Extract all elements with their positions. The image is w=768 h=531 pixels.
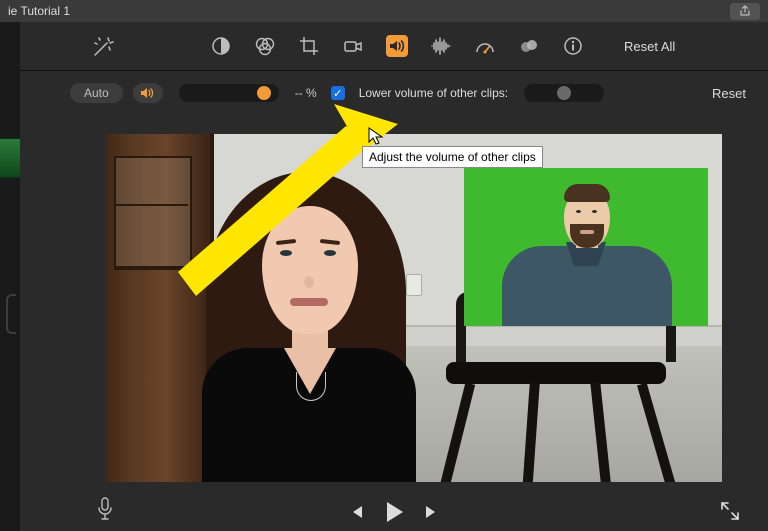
expand-button[interactable] xyxy=(720,501,740,521)
speed-tab[interactable] xyxy=(474,35,496,57)
transport-bar xyxy=(20,487,768,531)
play-button[interactable] xyxy=(384,501,404,523)
audio-controls: Auto -- % ✓ Lower volume of other clips:… xyxy=(20,71,768,115)
magic-wand-icon[interactable] xyxy=(90,34,116,60)
pip-overlay[interactable] xyxy=(464,168,708,326)
crop-tab[interactable] xyxy=(298,35,320,57)
speed-icon xyxy=(474,36,496,56)
volume-slider[interactable] xyxy=(179,84,279,102)
timeline-thumb[interactable] xyxy=(0,138,21,178)
speaker-icon xyxy=(140,86,156,100)
share-button[interactable] xyxy=(730,3,760,20)
tooltip: Adjust the volume of other clips xyxy=(362,146,543,168)
contrast-tab[interactable] xyxy=(210,35,232,57)
next-button[interactable] xyxy=(424,504,440,520)
info-tab[interactable] xyxy=(562,35,584,57)
overlay-tab[interactable] xyxy=(518,35,540,57)
overlay-icon xyxy=(518,36,540,56)
volume-icon xyxy=(387,36,407,56)
equalizer-icon xyxy=(430,36,452,56)
volume-tab[interactable] xyxy=(386,35,408,57)
volume-knob[interactable] xyxy=(257,86,271,100)
previous-button[interactable] xyxy=(348,504,364,520)
video-frame xyxy=(106,134,722,482)
lower-volume-checkbox[interactable]: ✓ xyxy=(331,86,345,100)
window-title: ie Tutorial 1 xyxy=(8,4,70,18)
info-icon xyxy=(563,36,583,56)
crop-icon xyxy=(299,36,319,56)
camera-icon xyxy=(343,36,363,56)
lower-volume-label: Lower volume of other clips: xyxy=(359,86,508,100)
tooltip-text: Adjust the volume of other clips xyxy=(369,150,536,164)
inspector-tabs xyxy=(210,35,584,57)
ducking-slider[interactable] xyxy=(524,84,604,102)
reset-button[interactable]: Reset xyxy=(712,86,746,101)
auto-label: Auto xyxy=(84,86,109,100)
microphone-icon[interactable] xyxy=(96,497,114,521)
volume-percent: -- % xyxy=(295,86,317,100)
title-bar: ie Tutorial 1 xyxy=(0,0,768,23)
color-tab[interactable] xyxy=(254,35,276,57)
left-rail xyxy=(0,22,21,531)
share-icon xyxy=(739,5,751,17)
reset-all-button[interactable]: Reset All xyxy=(624,39,675,54)
palette-icon xyxy=(254,35,276,57)
contrast-icon xyxy=(211,36,231,56)
rail-handle[interactable] xyxy=(6,294,16,334)
inspector-toolbar: Reset All xyxy=(20,22,768,71)
preview-viewer[interactable] xyxy=(106,134,722,482)
mute-button[interactable] xyxy=(133,83,163,103)
auto-button[interactable]: Auto xyxy=(70,83,123,103)
ducking-knob[interactable] xyxy=(557,86,571,100)
stabilize-tab[interactable] xyxy=(342,35,364,57)
noise-tab[interactable] xyxy=(430,35,452,57)
